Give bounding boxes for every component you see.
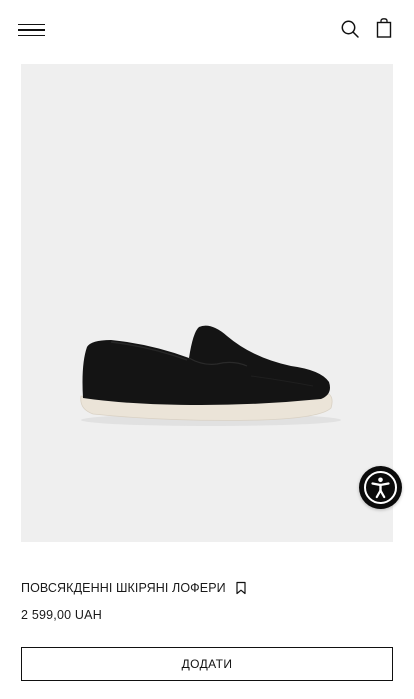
product-page: ПОВСЯКДЕННІ ШКІРЯНІ ЛОФЕРИ 2 599,00 UAH … [0, 0, 414, 699]
accessibility-button[interactable] [359, 466, 402, 509]
search-button[interactable] [339, 18, 361, 40]
add-to-cart-button[interactable]: ДОДАТИ [21, 647, 393, 681]
product-title-row: ПОВСЯКДЕННІ ШКІРЯНІ ЛОФЕРИ [21, 579, 247, 597]
product-price: 2 599,00 UAH [21, 608, 102, 622]
product-image[interactable] [21, 64, 393, 542]
bookmark-icon [236, 581, 246, 595]
menu-button[interactable] [18, 18, 50, 42]
menu-line [18, 29, 45, 31]
shopping-bag-icon [376, 18, 392, 38]
accessibility-person-icon [364, 471, 397, 504]
loafer-shoe-image [21, 64, 393, 542]
search-icon [341, 20, 359, 38]
top-bar [0, 0, 414, 60]
menu-line [18, 24, 45, 26]
product-title: ПОВСЯКДЕННІ ШКІРЯНІ ЛОФЕРИ [21, 581, 226, 595]
shopping-bag-button[interactable] [374, 17, 394, 39]
menu-line [18, 34, 45, 36]
bookmark-button[interactable] [235, 581, 247, 595]
